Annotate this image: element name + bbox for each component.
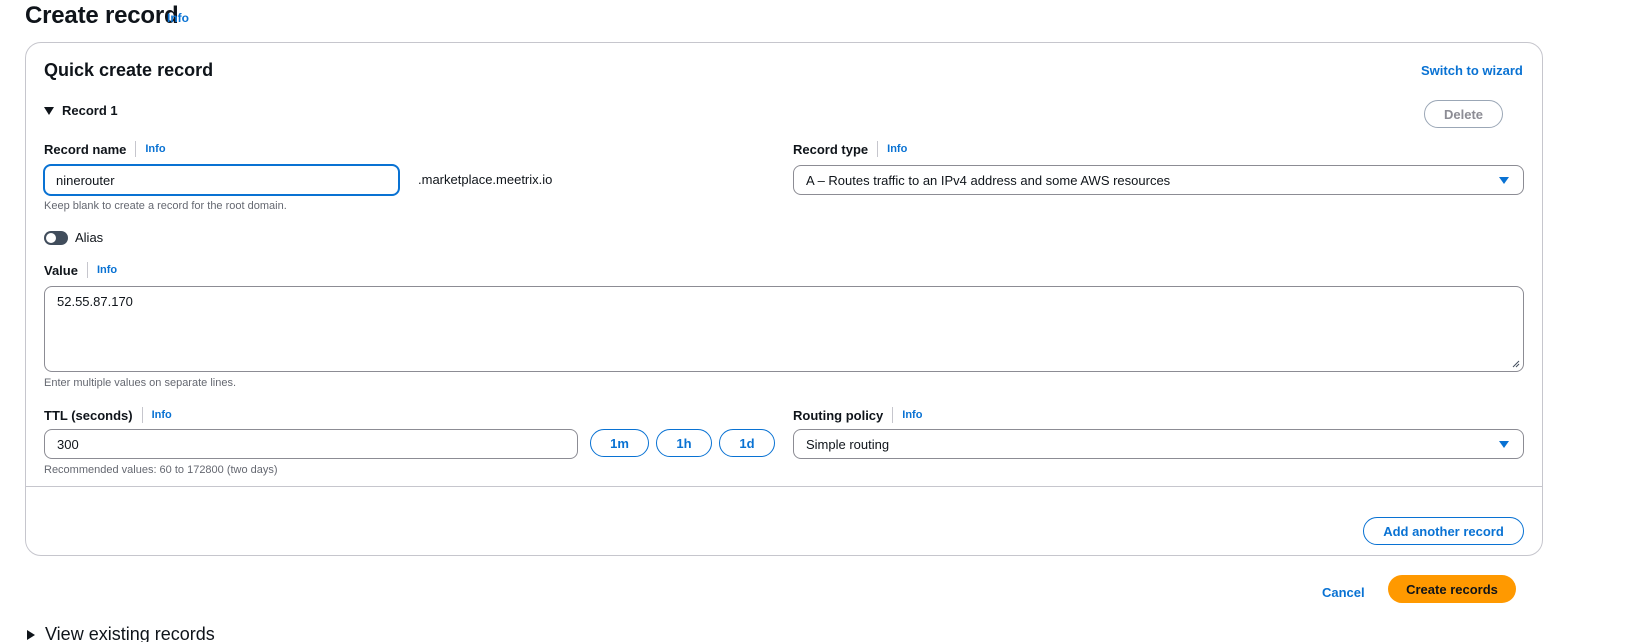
ttl-input[interactable]: 300 xyxy=(44,429,578,459)
page-title: Create record xyxy=(25,2,179,29)
caret-down-icon xyxy=(44,106,54,115)
record-type-select[interactable]: A – Routes traffic to an IPv4 address an… xyxy=(793,165,1524,195)
record-type-info-link[interactable]: Info xyxy=(887,143,907,155)
caret-right-icon xyxy=(27,629,35,640)
routing-policy-label: Routing policy Info xyxy=(793,407,922,423)
value-info-link[interactable]: Info xyxy=(97,264,117,276)
value-label-text: Value xyxy=(44,262,78,278)
section-divider xyxy=(26,486,1542,487)
record-type-label-text: Record type xyxy=(793,141,869,157)
label-separator xyxy=(892,407,894,423)
dropdown-caret-icon xyxy=(1499,177,1509,184)
switch-to-wizard-link[interactable]: Switch to wizard xyxy=(1421,63,1523,78)
ttl-1m-button[interactable]: 1m xyxy=(590,429,649,457)
record-name-value: ninerouter xyxy=(56,172,115,188)
record-name-info-link[interactable]: Info xyxy=(145,143,165,155)
cancel-button[interactable]: Cancel xyxy=(1322,585,1365,600)
ttl-1h-button[interactable]: 1h xyxy=(656,429,712,457)
record-name-label: Record name Info xyxy=(44,141,166,157)
record-name-hint: Keep blank to create a record for the ro… xyxy=(44,200,287,212)
routing-policy-selected: Simple routing xyxy=(806,436,890,452)
label-separator xyxy=(141,407,143,423)
label-separator xyxy=(877,141,879,157)
record-type-selected: A – Routes traffic to an IPv4 address an… xyxy=(806,172,1171,188)
ttl-label: TTL (seconds) Info xyxy=(44,407,172,423)
record-type-label: Record type Info xyxy=(793,141,907,157)
delete-button[interactable]: Delete xyxy=(1424,100,1503,128)
page-info-link[interactable]: Info xyxy=(167,11,189,25)
dropdown-caret-icon xyxy=(1499,441,1509,448)
domain-suffix: .marketplace.meetrix.io xyxy=(418,172,553,187)
record-name-input[interactable]: ninerouter xyxy=(43,164,400,196)
alias-label: Alias xyxy=(75,230,104,245)
alias-toggle[interactable] xyxy=(44,231,68,245)
record-name-label-text: Record name xyxy=(44,141,127,157)
value-label: Value Info xyxy=(44,262,117,278)
container-title: Quick create record xyxy=(44,60,214,80)
create-records-button[interactable]: Create records xyxy=(1388,575,1516,603)
routing-policy-label-text: Routing policy xyxy=(793,407,884,423)
add-another-record-button[interactable]: Add another record xyxy=(1363,517,1524,545)
value-textarea[interactable]: 52.55.87.170 xyxy=(44,286,1524,372)
value-text: 52.55.87.170 xyxy=(57,294,133,309)
view-existing-records-label: View existing records xyxy=(45,624,215,642)
routing-policy-select[interactable]: Simple routing xyxy=(793,429,1524,459)
value-hint: Enter multiple values on separate lines. xyxy=(44,377,236,389)
resize-handle-icon[interactable] xyxy=(1512,360,1520,368)
view-existing-records-expander[interactable]: View existing records xyxy=(27,624,215,642)
routing-policy-info-link[interactable]: Info xyxy=(902,409,922,421)
label-separator xyxy=(135,141,137,157)
record-1-label: Record 1 xyxy=(62,103,118,118)
ttl-label-text: TTL (seconds) xyxy=(44,407,133,423)
ttl-hint: Recommended values: 60 to 172800 (two da… xyxy=(44,464,278,476)
ttl-1d-button[interactable]: 1d xyxy=(719,429,775,457)
record-1-expander[interactable]: Record 1 xyxy=(44,103,118,118)
label-separator xyxy=(86,262,88,278)
ttl-info-link[interactable]: Info xyxy=(152,409,172,421)
ttl-value: 300 xyxy=(57,436,79,452)
toggle-knob xyxy=(46,233,56,243)
